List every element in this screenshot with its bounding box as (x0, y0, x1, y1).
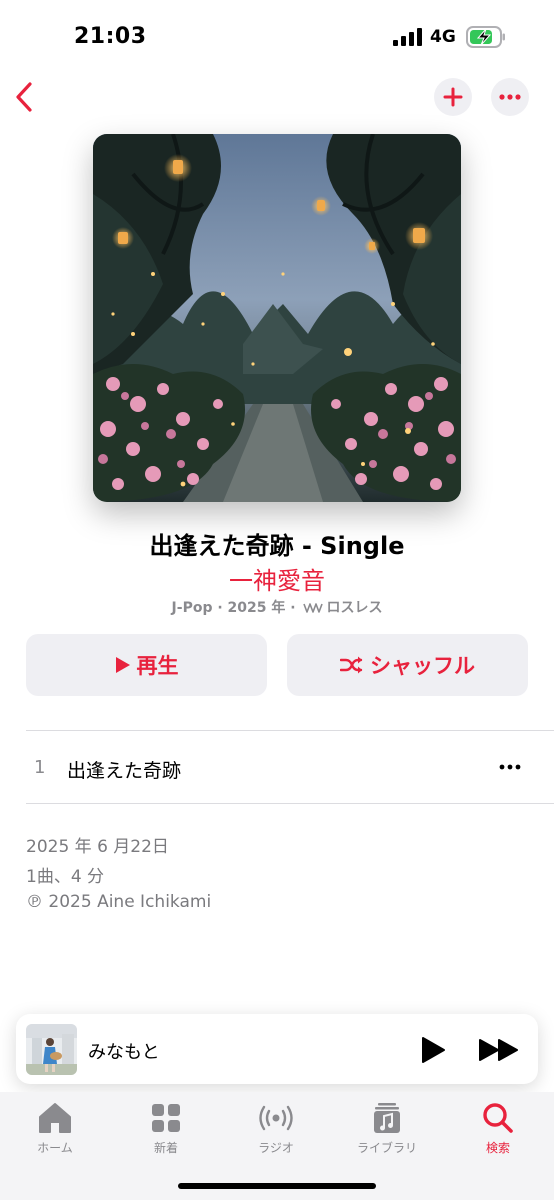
shuffle-button[interactable]: シャッフル (287, 634, 528, 696)
fast-forward-icon[interactable] (478, 1038, 520, 1062)
lossless-icon (303, 603, 324, 613)
track-summary: 1曲、4 分 (26, 867, 105, 887)
tab-label: 検索 (485, 1141, 510, 1155)
add-to-library-button[interactable] (434, 78, 472, 116)
battery-charging-icon (466, 26, 505, 48)
status-time: 21:03 (74, 24, 147, 49)
mini-player-title: みなもと (88, 1042, 160, 1063)
track-number: 1 (34, 757, 46, 778)
tab-label: 新着 (153, 1141, 178, 1155)
copyright: ℗ 2025 Aine Ichikami (26, 892, 212, 912)
grid-icon (152, 1104, 180, 1132)
play-button[interactable]: 再生 (26, 634, 267, 696)
divider (26, 803, 554, 804)
search-icon (483, 1103, 513, 1133)
chevron-left-icon (16, 82, 32, 112)
network-type: 4G (430, 27, 456, 47)
shuffle-icon (340, 656, 363, 674)
track-row[interactable]: 1 出逢えた奇跡 (0, 731, 554, 803)
track-more-icon[interactable] (496, 757, 524, 777)
more-options-button[interactable] (491, 78, 529, 116)
tab-radio[interactable]: ラジオ (226, 1102, 326, 1156)
mini-play-icon[interactable] (420, 1036, 446, 1064)
shuffle-label: シャッフル (370, 654, 475, 678)
home-indicator (178, 1183, 376, 1189)
mini-player[interactable]: みなもと (16, 1014, 538, 1084)
tab-search[interactable]: 検索 (448, 1102, 548, 1156)
album-artwork (93, 134, 461, 502)
release-date: 2025 年 6 月22日 (26, 837, 169, 857)
tab-label: ライブラリ (356, 1141, 417, 1155)
play-label: 再生 (136, 654, 179, 678)
radio-icon (259, 1105, 293, 1131)
tab-label: ラジオ (258, 1141, 294, 1155)
album-genre-year: J-Pop · 2025 年 · (171, 600, 296, 616)
home-icon (39, 1103, 71, 1133)
album-meta: J-Pop · 2025 年 · ロスレス (0, 597, 554, 617)
ellipsis-icon (499, 94, 521, 100)
tab-label: ホーム (37, 1141, 73, 1155)
tab-library[interactable]: ライブラリ (337, 1102, 437, 1156)
album-quality: ロスレス (326, 600, 383, 616)
tab-home[interactable]: ホーム (5, 1102, 105, 1156)
album-title: 出逢えた奇跡 - Single (149, 532, 405, 560)
album-artist-link[interactable]: 一神愛音 (0, 561, 554, 596)
back-button[interactable] (10, 80, 42, 114)
mini-player-artwork (26, 1024, 77, 1075)
cellular-signal-icon (393, 28, 422, 46)
track-title: 出逢えた奇跡 (67, 760, 182, 782)
plus-icon (443, 87, 463, 107)
play-icon (115, 657, 130, 673)
tab-new[interactable]: 新着 (116, 1102, 216, 1156)
library-icon (374, 1103, 400, 1133)
